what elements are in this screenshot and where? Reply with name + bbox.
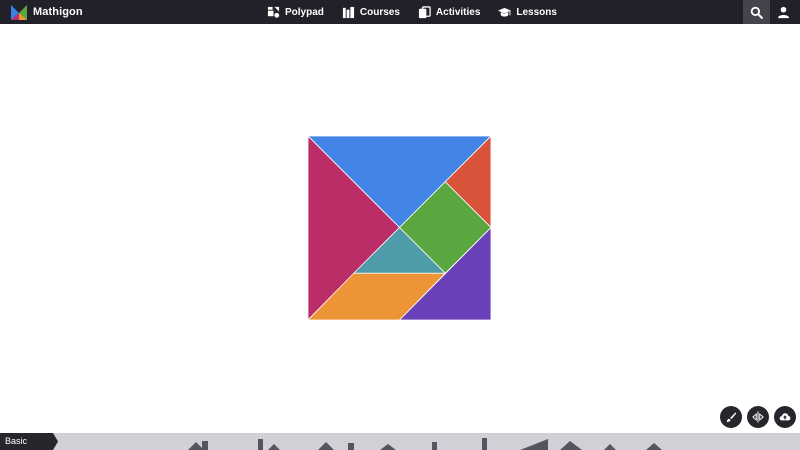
nav-item-courses[interactable]: Courses (342, 0, 400, 24)
tray-tab-label: Basic (5, 436, 28, 446)
tangram-square (308, 136, 491, 320)
tray-tile-13[interactable] (646, 443, 662, 450)
nav-item-activities[interactable]: Activities (418, 0, 480, 24)
tray-tile-6[interactable] (348, 443, 354, 450)
tray-tiles (0, 433, 800, 450)
tray-tile-2[interactable] (188, 442, 204, 450)
tray-tab-basic[interactable]: Basic (0, 433, 58, 450)
nav-label-activities: Activities (435, 6, 481, 18)
cloud-upload-button[interactable] (774, 406, 796, 428)
tray-tile-4[interactable] (268, 444, 280, 450)
brush-icon (726, 412, 737, 423)
lessons-icon (498, 7, 512, 17)
mirror-icon (752, 411, 764, 423)
tray-tile-8[interactable] (432, 442, 437, 450)
tangram-svg (308, 136, 491, 320)
tray-tile-11[interactable] (560, 441, 582, 450)
brand-name: Mathigon (33, 6, 83, 18)
nav-label-courses: Courses (359, 6, 400, 18)
user-account-button[interactable] (770, 0, 797, 24)
tray-tile-9[interactable] (482, 438, 487, 450)
nav-label-polypad: Polypad (285, 6, 324, 18)
search-button[interactable] (743, 0, 770, 24)
brand-home-link[interactable]: Mathigon (11, 0, 83, 24)
tray-tile-5[interactable] (318, 442, 334, 450)
tray-tiles-svg (188, 438, 662, 450)
tray-tile-1[interactable] (202, 441, 208, 450)
nav-item-polypad[interactable]: Polypad (267, 0, 324, 24)
brush-button[interactable] (720, 406, 742, 428)
search-icon (750, 6, 763, 19)
mirror-button[interactable] (747, 406, 769, 428)
cloud-upload-icon (779, 413, 791, 421)
tray-tile-10[interactable] (520, 439, 548, 450)
polypad-icon (267, 6, 280, 18)
user-icon (777, 6, 790, 18)
tray-tile-12[interactable] (604, 444, 616, 450)
activities-icon (418, 5, 431, 18)
tray-tile-3[interactable] (258, 439, 263, 450)
top-navigation-bar: Mathigon Polypad Courses Activities Less… (0, 0, 800, 24)
mathigon-logo-icon (11, 5, 27, 20)
courses-icon (342, 6, 354, 18)
nav-label-lessons: Lessons (516, 6, 557, 18)
tile-tray[interactable]: Basic (0, 433, 800, 450)
main-navigation: Polypad Courses Activities Lessons (267, 0, 557, 24)
nav-item-lessons[interactable]: Lessons (498, 0, 557, 24)
tray-tile-7[interactable] (380, 444, 396, 450)
